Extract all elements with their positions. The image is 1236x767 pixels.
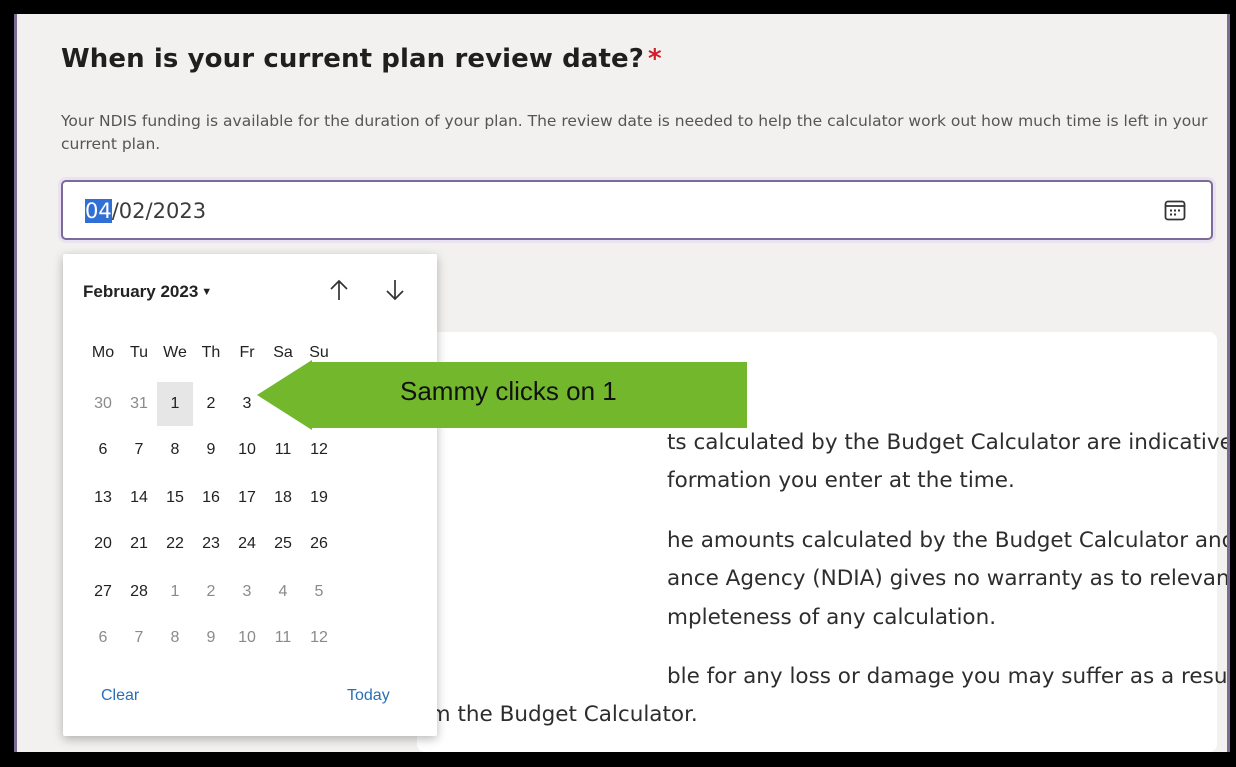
calendar-day[interactable]: 30 [85,382,121,426]
disclaimer-line: ble for any loss or damage you may suffe… [667,664,1230,689]
calendar-day[interactable]: 6 [85,428,121,472]
calendar-day[interactable]: 14 [121,476,157,520]
date-month-year-segment[interactable]: /02/2023 [112,199,206,223]
weekday-label: Tu [129,344,149,361]
weekday-label: Th [201,344,221,361]
calendar-day[interactable]: 7 [121,616,157,660]
calendar-day[interactable]: 27 [85,570,121,614]
calendar-day[interactable]: 28 [121,570,157,614]
weekday-label: Mo [91,344,115,361]
calendar-day[interactable]: 2 [193,570,229,614]
caret-down-icon: ▼ [201,286,213,298]
calendar-day[interactable]: 18 [265,476,301,520]
required-marker: * [647,44,662,74]
disclaimer-line: ance Agency (NDIA) gives no warranty as … [667,566,1230,591]
calendar-day[interactable]: 10 [229,428,265,472]
month-year-label: February 2023 [83,282,199,301]
calendar-day[interactable]: 10 [229,616,265,660]
help-text: Your NDIS funding is available for the d… [61,112,1208,153]
question-heading: When is your current plan review date? * [61,44,662,74]
calendar-day[interactable]: 3 [229,570,265,614]
calendar-day[interactable]: 16 [193,476,229,520]
calendar-icon[interactable] [1163,198,1187,222]
calendar-day[interactable]: 5 [301,570,337,614]
next-month-button[interactable] [377,272,413,308]
calendar-day[interactable]: 26 [301,522,337,566]
calendar-day[interactable]: 31 [121,382,157,426]
calendar-day[interactable]: 11 [265,616,301,660]
arrow-up-icon [330,279,348,300]
calendar-day[interactable]: 1 [157,570,193,614]
date-day-segment[interactable]: 04 [85,199,112,223]
datepicker-popup: February 2023▼ MoTuWeThFrSaSu 3031123456… [63,254,437,736]
calendar-day[interactable]: 6 [85,616,121,660]
calendar-day[interactable]: 19 [301,476,337,520]
calendar-day[interactable]: 20 [85,522,121,566]
calendar-day[interactable]: 12 [301,428,337,472]
calendar-day[interactable]: 24 [229,522,265,566]
calendar-day[interactable]: 17 [229,476,265,520]
disclaimer-line: mpleteness of any calculation. [667,605,997,630]
calendar-day[interactable]: 11 [265,428,301,472]
calendar-day[interactable]: 22 [157,522,193,566]
disclaimer-line: ts calculated by the Budget Calculator a… [667,430,1230,455]
month-year-picker[interactable]: February 2023 ▼ [83,282,212,302]
annotation-text: Sammy clicks on 1 [400,376,617,406]
form-panel: When is your current plan review date? * … [14,14,1230,752]
clear-button[interactable]: Clear [101,687,139,705]
calendar-day[interactable]: 8 [157,428,193,472]
previous-month-button[interactable] [321,272,357,308]
date-value[interactable]: 04/02/2023 [85,199,206,223]
calendar-day[interactable]: 23 [193,522,229,566]
calendar-day[interactable]: 15 [157,476,193,520]
today-button[interactable]: Today [347,687,390,705]
calendar-day[interactable]: 21 [121,522,157,566]
calendar-day[interactable]: 13 [85,476,121,520]
review-date-input[interactable]: 04/02/2023 [61,180,1213,240]
calendar-day[interactable]: 12 [301,616,337,660]
calendar-day[interactable]: 9 [193,428,229,472]
calendar-day[interactable]: 25 [265,522,301,566]
calendar-day[interactable]: 9 [193,616,229,660]
weekday-label: We [163,344,187,361]
calendar-day[interactable]: 8 [157,616,193,660]
question-title: When is your current plan review date? [61,44,644,74]
calendar-day[interactable]: 1 [157,382,193,426]
arrow-down-icon [386,280,404,301]
disclaimer-line: he amounts calculated by the Budget Calc… [667,528,1230,553]
calendar-day[interactable]: 2 [193,382,229,426]
calendar-day[interactable]: 4 [265,570,301,614]
disclaimer-line: formation you enter at the time. [667,468,1015,493]
calendar-day[interactable]: 7 [121,428,157,472]
